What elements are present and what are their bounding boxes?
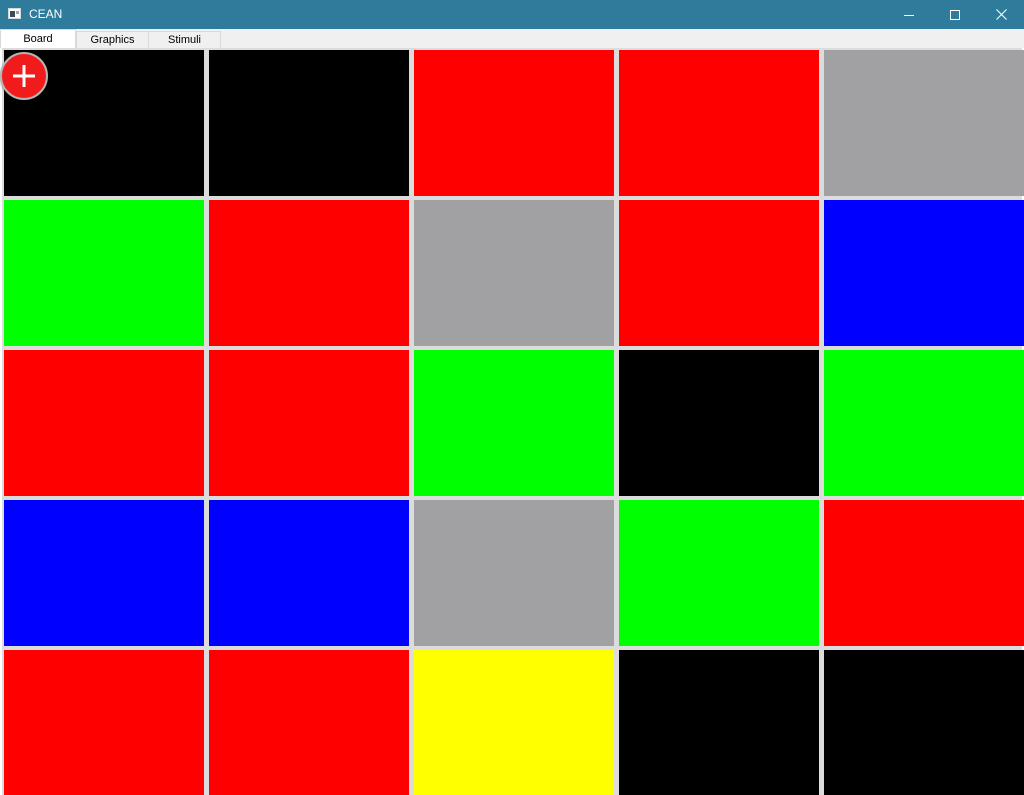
board-cell[interactable] bbox=[619, 50, 819, 196]
board-cell[interactable] bbox=[209, 350, 409, 496]
minimize-button[interactable] bbox=[886, 0, 932, 29]
board-cell[interactable] bbox=[824, 650, 1024, 795]
board-cell[interactable] bbox=[4, 500, 204, 646]
board-cell[interactable] bbox=[824, 500, 1024, 646]
board-cell[interactable] bbox=[824, 350, 1024, 496]
board-cell[interactable] bbox=[414, 200, 614, 346]
plus-icon bbox=[13, 65, 35, 87]
board-cell[interactable] bbox=[209, 500, 409, 646]
board-cell[interactable] bbox=[619, 500, 819, 646]
board-cell[interactable] bbox=[824, 50, 1024, 196]
board-cell[interactable] bbox=[4, 350, 204, 496]
board-cell[interactable] bbox=[4, 200, 204, 346]
window-title: CEAN bbox=[29, 7, 63, 21]
board-cell[interactable] bbox=[414, 350, 614, 496]
board-cell[interactable] bbox=[414, 50, 614, 196]
board-cell[interactable] bbox=[209, 650, 409, 795]
board-cell[interactable] bbox=[619, 350, 819, 496]
app-window: CEAN Board Graphics Stimuli bbox=[0, 0, 1024, 795]
add-button[interactable] bbox=[0, 52, 48, 100]
board-grid bbox=[2, 48, 1024, 795]
board-cell[interactable] bbox=[209, 200, 409, 346]
board-cell[interactable] bbox=[824, 200, 1024, 346]
minimize-icon bbox=[904, 14, 914, 16]
tab-graphics[interactable]: Graphics bbox=[76, 31, 149, 48]
board-cell[interactable] bbox=[4, 650, 204, 795]
maximize-icon bbox=[950, 9, 960, 20]
tab-bar: Board Graphics Stimuli bbox=[0, 29, 1024, 48]
board-cell[interactable] bbox=[209, 50, 409, 196]
close-button[interactable] bbox=[978, 0, 1024, 29]
tab-board[interactable]: Board bbox=[0, 29, 76, 48]
app-icon bbox=[8, 8, 21, 19]
tab-stimuli[interactable]: Stimuli bbox=[148, 31, 221, 48]
board-cell[interactable] bbox=[414, 500, 614, 646]
title-bar[interactable]: CEAN bbox=[0, 0, 1024, 29]
board-cell[interactable] bbox=[414, 650, 614, 795]
close-icon bbox=[995, 9, 1007, 20]
maximize-button[interactable] bbox=[932, 0, 978, 29]
board-cell[interactable] bbox=[619, 650, 819, 795]
board-cell[interactable] bbox=[619, 200, 819, 346]
